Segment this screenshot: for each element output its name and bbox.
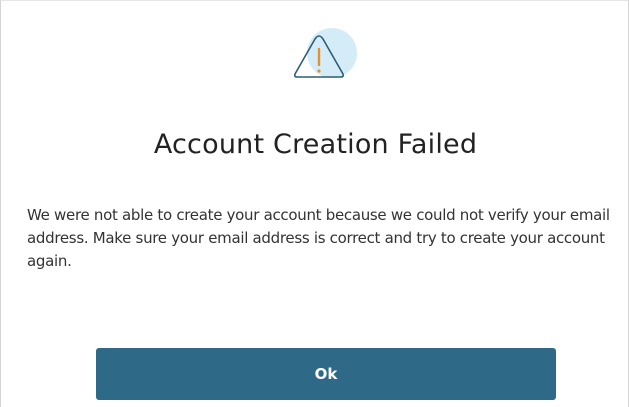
dialog-title: Account Creation Failed <box>153 129 478 160</box>
dialog-message: We were not able to create your account … <box>27 206 610 270</box>
ok-button[interactable]: Ok <box>96 348 556 400</box>
account-creation-failed-dialog: Account Creation Failed We were not able… <box>0 0 629 407</box>
warning-triangle-icon <box>286 23 358 93</box>
